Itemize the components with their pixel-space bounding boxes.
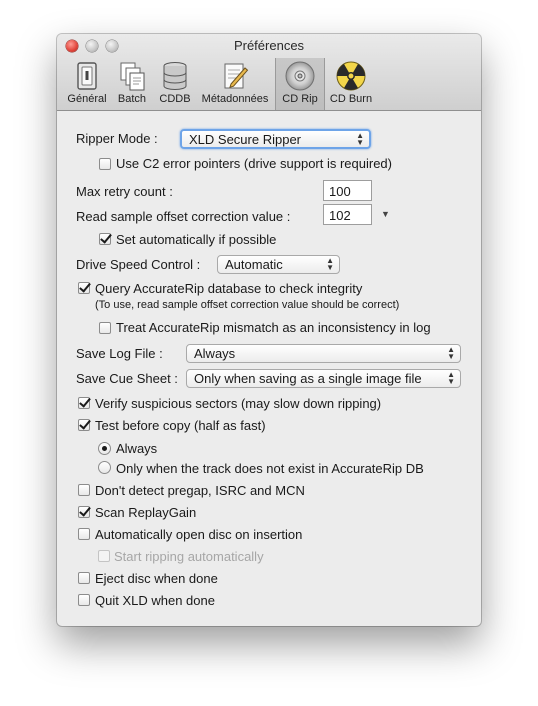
quit-xld-label: Quit XLD when done [95, 593, 215, 608]
cd-icon [285, 61, 315, 91]
updown-arrows-icon: ▲ ▼ [447, 345, 455, 361]
verify-sectors-label: Verify suspicious sectors (may slow down… [95, 396, 382, 411]
updown-arrows-icon: ▲ ▼ [326, 256, 334, 272]
accuraterip-mismatch-checkbox[interactable] [99, 322, 111, 334]
ripper-mode-select[interactable]: XLD Secure Ripper ▲ ▼ [180, 129, 371, 149]
no-pregap-label: Don't detect pregap, ISRC and MCN [95, 483, 305, 498]
verify-sectors-checkbox[interactable] [78, 397, 90, 409]
save-cue-select[interactable]: Only when saving as a single image file … [186, 369, 461, 388]
toolbar: Préférences Général Batch CDDB Métadonné… [57, 34, 481, 111]
c2-error-checkbox[interactable] [99, 158, 111, 170]
eject-disc-checkbox[interactable] [78, 572, 90, 584]
window-title: Préférences [233, 38, 305, 53]
auto-offset-checkbox[interactable] [99, 233, 111, 245]
replaygain-label: Scan ReplayGain [95, 505, 197, 520]
drive-speed-value: Automatic [225, 257, 283, 272]
max-retry-value: 100 [329, 184, 351, 199]
eject-disc-label: Eject disc when done [95, 571, 218, 586]
no-pregap-checkbox[interactable] [78, 484, 90, 496]
ripper-mode-label: Ripper Mode : [76, 131, 158, 146]
accuraterip-mismatch-label: Treat AccurateRip mismatch as an inconsi… [116, 320, 431, 335]
save-cue-value: Only when saving as a single image file [194, 371, 422, 386]
accuraterip-note: (To use, read sample offset correction v… [95, 299, 400, 311]
accuraterip-label: Query AccurateRip database to check inte… [95, 281, 363, 296]
toolbar-label-cd-rip: CD Rip [282, 93, 318, 105]
replaygain-checkbox[interactable] [78, 506, 90, 518]
batch-icon [120, 62, 145, 91]
auto-open-disc-checkbox[interactable] [78, 528, 90, 540]
radio-always-label: Always [116, 441, 158, 456]
auto-start-ripping-label: Start ripping automatically [114, 549, 264, 564]
radio-always[interactable] [98, 442, 111, 455]
toolbar-label-general: Général [67, 93, 107, 105]
accuraterip-checkbox[interactable] [78, 282, 90, 294]
toolbar-tab-cd-burn[interactable]: CD Burn [325, 58, 377, 110]
test-before-copy-checkbox[interactable] [78, 419, 90, 431]
quit-xld-checkbox[interactable] [78, 594, 90, 606]
save-log-label: Save Log File : [76, 346, 163, 361]
drive-speed-label: Drive Speed Control : [76, 257, 201, 272]
c2-error-label: Use C2 error pointers (drive support is … [116, 156, 392, 171]
ripper-mode-value: XLD Secure Ripper [189, 132, 301, 147]
toolbar-label-cddb: CDDB [159, 93, 191, 105]
drive-speed-select[interactable]: Automatic ▲ ▼ [217, 255, 340, 274]
toolbar-tab-metadata[interactable]: Métadonnées [199, 58, 271, 110]
max-retry-field[interactable]: 100 [323, 180, 372, 201]
max-retry-label: Max retry count : [76, 184, 173, 199]
preferences-window: Préférences Général Batch CDDB Métadonné… [57, 34, 481, 626]
save-cue-label: Save Cue Sheet : [76, 371, 178, 386]
test-before-copy-label: Test before copy (half as fast) [95, 418, 266, 433]
general-icon [77, 62, 97, 90]
toolbar-label-cd-burn: CD Burn [329, 93, 373, 105]
updown-arrows-icon: ▲ ▼ [356, 131, 364, 147]
offset-dropdown-icon[interactable]: ▼ [381, 209, 390, 219]
radio-only-when-missing-label: Only when the track does not exist in Ac… [116, 461, 424, 476]
offset-value: 102 [329, 208, 351, 223]
offset-label: Read sample offset correction value : [76, 209, 291, 224]
updown-arrows-icon: ▲ ▼ [447, 370, 455, 386]
toolbar-label-metadata: Métadonnées [201, 93, 269, 105]
auto-offset-label: Set automatically if possible [116, 232, 277, 247]
database-icon [163, 62, 187, 91]
toolbar-tab-cddb[interactable]: CDDB [155, 58, 195, 110]
save-log-select[interactable]: Always ▲ ▼ [186, 344, 461, 363]
offset-field[interactable]: 102 [323, 204, 372, 225]
save-log-value: Always [194, 346, 236, 361]
radioactive-icon [336, 61, 366, 91]
radio-only-when-missing[interactable] [98, 461, 111, 474]
metadata-icon [224, 63, 249, 89]
toolbar-label-batch: Batch [117, 93, 147, 105]
auto-start-ripping-checkbox [98, 550, 110, 562]
auto-open-disc-label: Automatically open disc on insertion [95, 527, 303, 542]
toolbar-tab-cd-rip[interactable]: CD Rip [275, 58, 325, 110]
toolbar-tab-general[interactable]: Général [63, 58, 111, 110]
toolbar-tab-batch[interactable]: Batch [113, 58, 151, 110]
